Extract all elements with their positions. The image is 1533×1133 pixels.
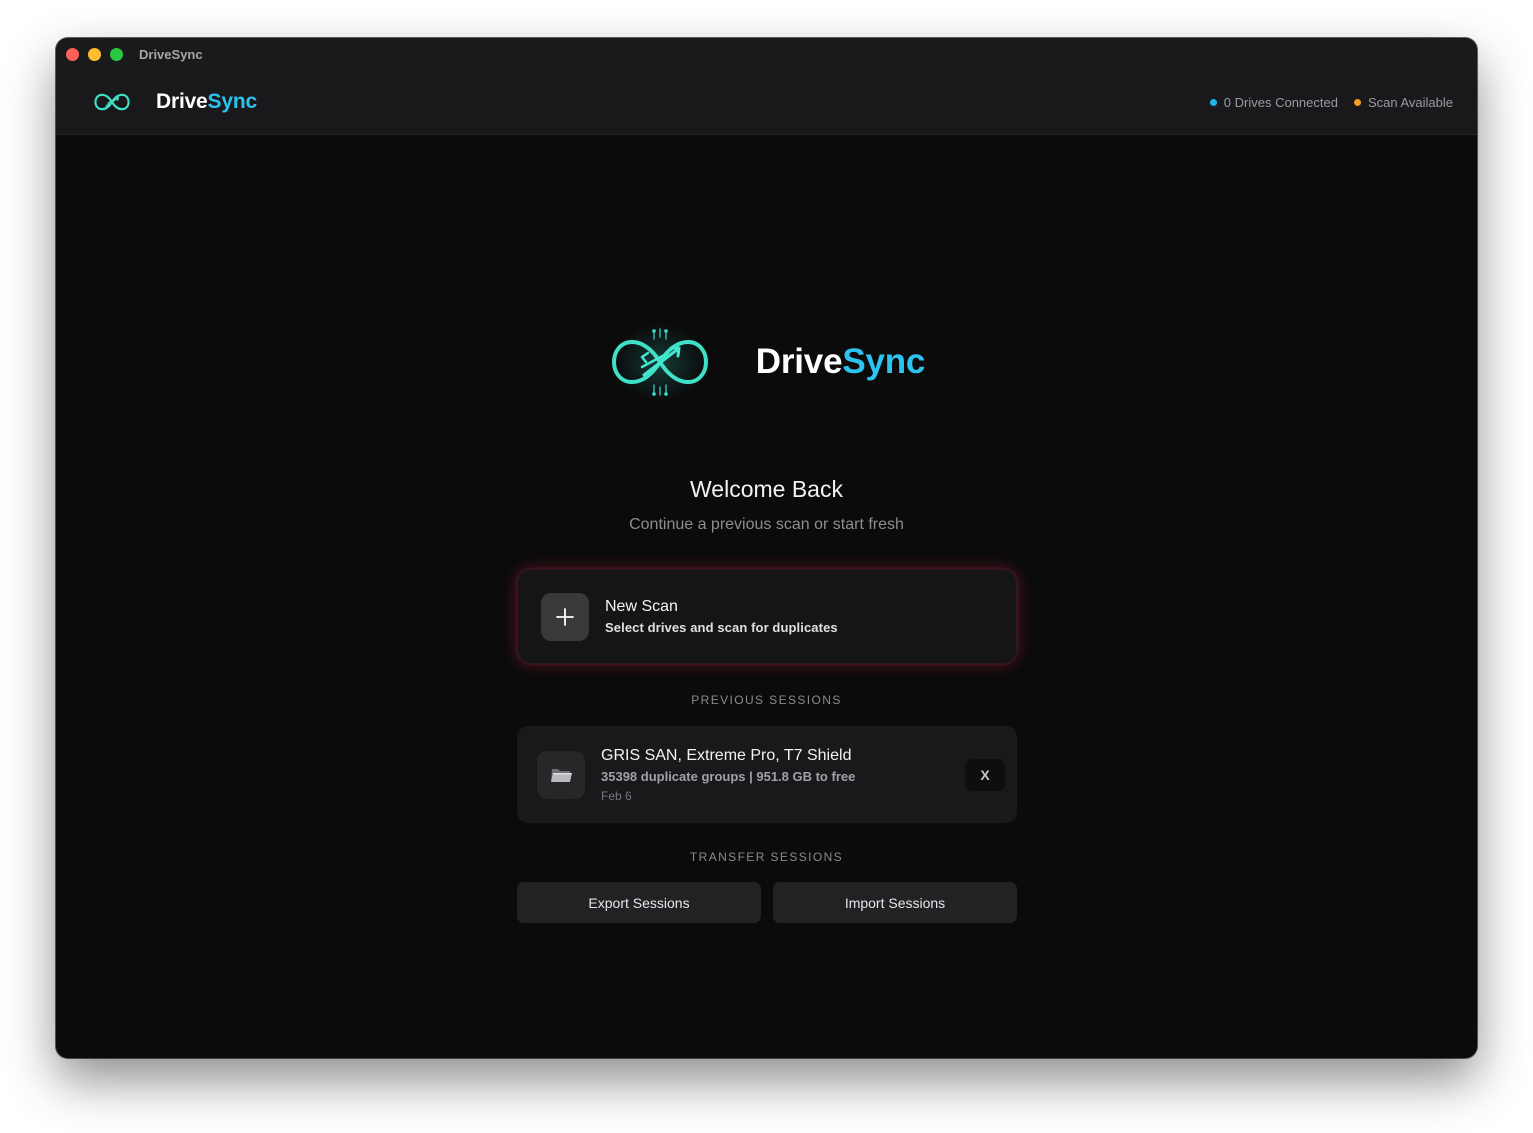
transfer-sessions-label: TRANSFER SESSIONS	[689, 850, 844, 864]
import-sessions-button[interactable]: Import Sessions	[773, 882, 1017, 923]
brand-sync-text: Sync	[842, 342, 926, 381]
new-scan-text: New Scan Select drives and scan for dupl…	[605, 598, 838, 635]
scan-available-status: Scan Available	[1353, 94, 1453, 110]
infinity-sync-icon	[608, 318, 712, 406]
window-controls	[66, 47, 123, 61]
header-brand: DriveSync	[156, 90, 257, 114]
session-text: GRIS SAN, Extreme Pro, T7 Shield 35398 d…	[601, 747, 855, 803]
export-sessions-button[interactable]: Export Sessions	[517, 882, 761, 923]
session-date: Feb 6	[601, 788, 632, 803]
window-title: DriveSync	[139, 46, 203, 62]
transfer-buttons: Export Sessions Import Sessions	[517, 882, 1017, 923]
hero-brand: DriveSync	[755, 342, 926, 382]
brand-sync-text: Sync	[207, 90, 258, 113]
session-card[interactable]: GRIS SAN, Extreme Pro, T7 Shield 35398 d…	[517, 726, 1017, 823]
remove-session-button[interactable]: X	[965, 758, 1005, 791]
title-bar[interactable]: DriveSync	[56, 38, 1477, 70]
infinity-sync-icon	[94, 88, 130, 116]
brand-drive-text: Drive	[156, 90, 208, 113]
new-scan-title: New Scan	[605, 598, 678, 615]
drives-connected-label: 0 Drives Connected	[1223, 94, 1338, 110]
app-window: DriveSync DriveSync 0 Drives Connected S…	[56, 38, 1477, 1058]
zoom-window-button[interactable]	[110, 47, 123, 61]
new-scan-subtitle: Select drives and scan for duplicates	[605, 620, 838, 635]
drives-connected-status: 0 Drives Connected	[1209, 94, 1338, 110]
hero-logo-block: DriveSync	[56, 318, 1477, 406]
session-title: GRIS SAN, Extreme Pro, T7 Shield	[601, 746, 852, 764]
plus-icon	[541, 592, 589, 641]
folder-icon	[537, 750, 585, 799]
scan-available-label: Scan Available	[1367, 94, 1453, 110]
previous-sessions-label: PREVIOUS SESSIONS	[691, 693, 842, 707]
status-dot-icon	[1209, 98, 1217, 106]
brand-drive-text: Drive	[755, 342, 843, 381]
close-window-button[interactable]	[66, 47, 79, 61]
welcome-subtitle: Continue a previous scan or start fresh	[629, 516, 904, 533]
welcome-title: Welcome Back	[690, 476, 843, 502]
minimize-window-button[interactable]	[88, 47, 101, 61]
session-stats: 35398 duplicate groups | 951.8 GB to fre…	[601, 768, 856, 784]
app-header: DriveSync 0 Drives Connected Scan Availa…	[56, 70, 1477, 135]
new-scan-card[interactable]: New Scan Select drives and scan for dupl…	[517, 569, 1017, 664]
status-indicators: 0 Drives Connected Scan Available	[1209, 94, 1453, 110]
status-dot-icon	[1353, 98, 1361, 106]
